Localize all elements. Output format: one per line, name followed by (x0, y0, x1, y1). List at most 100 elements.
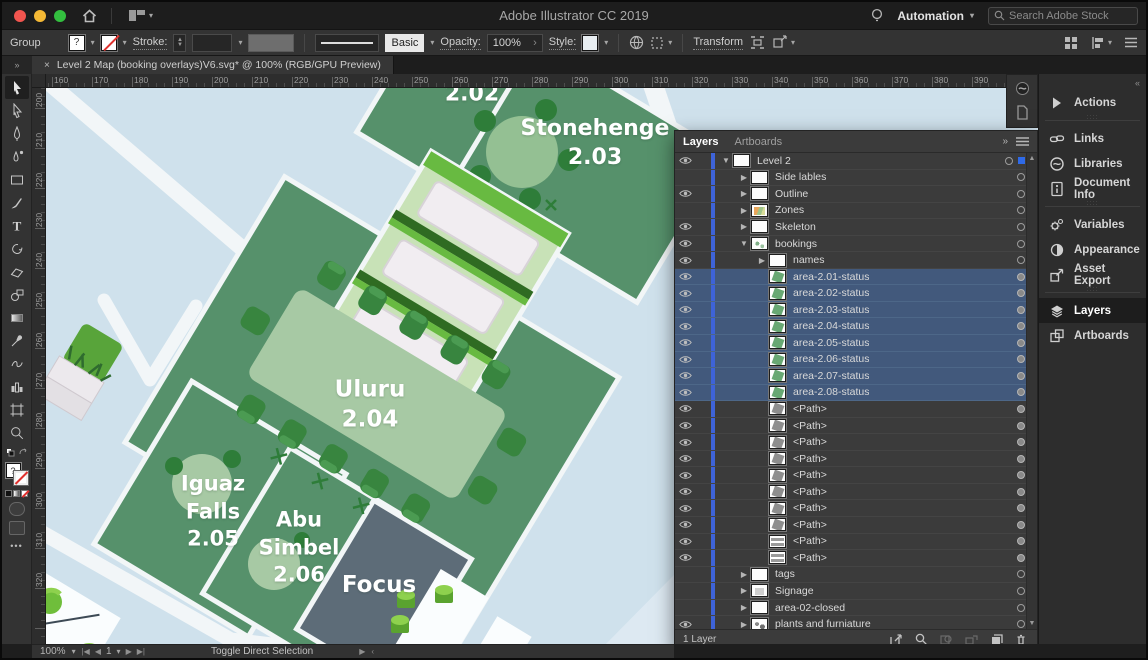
workspace-grid-icon[interactable] (1064, 36, 1078, 50)
visibility-eye-icon[interactable] (675, 504, 695, 513)
layer-thumbnail[interactable] (769, 270, 786, 283)
align-objects-icon[interactable] (749, 35, 766, 50)
layer-name[interactable]: <Path> (793, 403, 827, 415)
stroke-label[interactable]: Stroke: (133, 36, 168, 50)
default-fill-stroke-icon[interactable] (6, 448, 15, 457)
target-circle-icon[interactable] (1017, 604, 1025, 612)
target-circle-icon[interactable] (1017, 372, 1025, 380)
first-artboard-icon[interactable]: |◀ (82, 647, 90, 656)
visibility-eye-icon[interactable] (675, 355, 695, 364)
layer-name[interactable]: Zones (775, 204, 804, 216)
layer-thumbnail[interactable] (769, 502, 786, 515)
layer-name[interactable]: <Path> (793, 436, 827, 448)
target-circle-icon[interactable] (1017, 488, 1025, 496)
maximize-window-button[interactable] (54, 10, 66, 22)
visibility-eye-icon[interactable] (675, 454, 695, 463)
close-window-button[interactable] (14, 10, 26, 22)
target-circle-icon[interactable] (1017, 388, 1025, 396)
layer-row-names[interactable]: ▶names (675, 252, 1037, 269)
target-circle-icon[interactable] (1005, 157, 1013, 165)
target-circle-icon[interactable] (1017, 537, 1025, 545)
panel-collapse-icon[interactable]: » (1002, 136, 1008, 147)
layer-thumbnail[interactable] (769, 320, 786, 333)
target-circle-icon[interactable] (1017, 438, 1025, 446)
layer-name[interactable]: area-2.08-status (793, 386, 869, 398)
layer-row--path-[interactable]: <Path> (675, 401, 1037, 418)
target-circle-icon[interactable] (1017, 289, 1025, 297)
layer-name[interactable]: <Path> (793, 453, 827, 465)
target-circle-icon[interactable] (1017, 273, 1025, 281)
layer-name[interactable]: Side lables (775, 171, 826, 183)
edit-toolbar-icon[interactable]: ••• (10, 541, 22, 551)
style-label[interactable]: Style: (549, 36, 577, 50)
disclosure-chevron-icon[interactable]: ▶ (737, 206, 751, 215)
stroke-swatch[interactable] (101, 35, 117, 51)
curvature-tool-icon[interactable] (5, 145, 29, 168)
style-swatch[interactable] (582, 35, 598, 51)
target-circle-icon[interactable] (1017, 587, 1025, 595)
dock-item-actions[interactable]: Actions (1039, 90, 1146, 115)
chevron-down-icon[interactable]: ▾ (604, 38, 608, 47)
layer-name[interactable]: <Path> (793, 552, 827, 564)
layer-row--path-[interactable]: <Path> (675, 434, 1037, 451)
disclosure-chevron-icon[interactable]: ▶ (737, 189, 751, 198)
target-circle-icon[interactable] (1017, 521, 1025, 529)
graph-tool-icon[interactable] (5, 375, 29, 398)
layer-name[interactable]: Signage (775, 585, 814, 597)
visibility-eye-icon[interactable] (675, 537, 695, 546)
transform-link[interactable]: Transform (693, 36, 743, 50)
visibility-eye-icon[interactable] (675, 553, 695, 562)
panel-menu-icon[interactable] (1016, 137, 1029, 146)
layer-row-plants-and-furniature[interactable]: ▶plants and furniature (675, 616, 1037, 629)
layer-row-area-2.08-status[interactable]: area-2.08-status (675, 385, 1037, 402)
disclosure-chevron-icon[interactable]: ▶ (737, 222, 751, 231)
visibility-eye-icon[interactable] (675, 520, 695, 529)
rectangle-tool-icon[interactable] (5, 168, 29, 191)
layer-row--path-[interactable]: <Path> (675, 451, 1037, 468)
visibility-eye-icon[interactable] (675, 471, 695, 480)
locate-object-icon[interactable] (914, 632, 929, 644)
disclosure-chevron-icon[interactable]: ▼ (719, 156, 733, 165)
new-layer-icon[interactable] (989, 632, 1004, 644)
layer-name[interactable]: area-2.03-status (793, 304, 869, 316)
layers-scrollbar[interactable]: ▲▼ (1026, 153, 1037, 629)
visibility-eye-icon[interactable] (675, 322, 695, 331)
layer-thumbnail[interactable] (769, 336, 786, 349)
target-circle-icon[interactable] (1017, 223, 1025, 231)
swap-fill-stroke-icon[interactable] (19, 448, 28, 457)
layer-name[interactable]: bookings (775, 238, 817, 250)
visibility-eye-icon[interactable] (675, 388, 695, 397)
layer-name[interactable]: area-2.07-status (793, 370, 869, 382)
next-artboard-icon[interactable]: ▶ (126, 647, 132, 656)
visibility-eye-icon[interactable] (675, 338, 695, 347)
fill-swatch[interactable]: ? (69, 35, 85, 51)
layer-thumbnail[interactable] (733, 154, 750, 167)
direct-selection-tool-icon[interactable] (5, 99, 29, 122)
layer-thumbnail[interactable] (751, 171, 768, 184)
layer-thumbnail[interactable] (769, 386, 786, 399)
dock-collapse-icon[interactable]: « (1039, 78, 1146, 90)
layer-name[interactable]: tags (775, 568, 795, 580)
last-artboard-icon[interactable]: ▶| (137, 647, 145, 656)
isolate-selected-icon[interactable]: ▾ (772, 35, 795, 50)
layer-row-zones[interactable]: ▶ Zones (675, 203, 1037, 220)
layer-thumbnail[interactable] (751, 601, 768, 614)
layer-row-area-2.01-status[interactable]: area-2.01-status (675, 269, 1037, 286)
layer-row-area-02-closed[interactable]: ▶area-02-closed (675, 600, 1037, 617)
ruler-origin-corner[interactable] (32, 74, 46, 88)
layer-thumbnail[interactable] (751, 618, 768, 629)
disclosure-chevron-icon[interactable]: ▶ (737, 620, 751, 629)
layer-name[interactable]: names (793, 254, 825, 266)
document-setup-icon[interactable] (629, 35, 644, 50)
layer-thumbnail[interactable] (751, 237, 768, 250)
layer-name[interactable]: area-2.05-status (793, 337, 869, 349)
disclosure-chevron-icon[interactable]: ▶ (737, 570, 751, 579)
disclosure-chevron-icon[interactable]: ▶ (737, 603, 751, 612)
layer-name[interactable]: area-2.04-status (793, 320, 869, 332)
minimize-window-button[interactable] (34, 10, 46, 22)
layer-thumbnail[interactable] (769, 353, 786, 366)
target-circle-icon[interactable] (1017, 240, 1025, 248)
target-circle-icon[interactable] (1017, 620, 1025, 628)
layer-row--path-[interactable]: <Path> (675, 484, 1037, 501)
layer-row-area-2.02-status[interactable]: area-2.02-status (675, 285, 1037, 302)
